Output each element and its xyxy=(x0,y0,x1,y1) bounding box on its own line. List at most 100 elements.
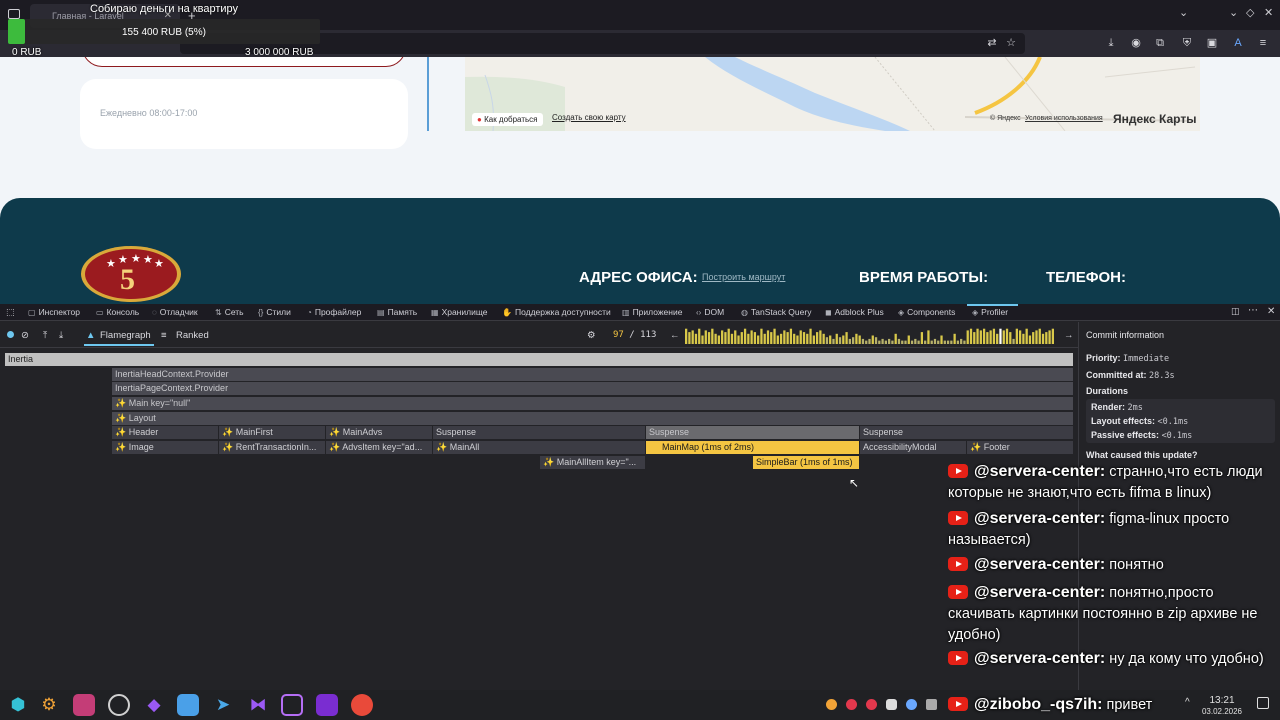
flame-node-mainfirst[interactable]: ✨ MainFirst xyxy=(219,426,326,439)
show-desktop-icon[interactable] xyxy=(1257,697,1269,709)
commit-bar[interactable] xyxy=(1048,330,1051,344)
commit-bar[interactable] xyxy=(825,337,829,344)
discord-app-icon[interactable] xyxy=(177,694,199,716)
commit-bar[interactable] xyxy=(855,333,858,344)
devtools-tab-components[interactable]: ◈ Components xyxy=(898,307,955,317)
devtools-tab-profiler[interactable]: ◈ Profiler xyxy=(972,307,1008,317)
commit-bar[interactable] xyxy=(688,332,691,344)
clock-time[interactable]: 13:21 xyxy=(1197,695,1247,706)
flame-node-suspense[interactable]: Suspense xyxy=(646,426,860,439)
commit-bar[interactable] xyxy=(1045,332,1048,344)
obs-app-icon[interactable] xyxy=(108,694,130,716)
commit-bar[interactable] xyxy=(1028,335,1032,345)
commit-bar[interactable] xyxy=(969,328,973,344)
devtools-tab-приложение[interactable]: ▥ Приложение xyxy=(622,307,682,317)
flame-node-advsitem[interactable]: ✨ AdvsItem key="ad... xyxy=(326,441,433,454)
commit-bar[interactable] xyxy=(701,335,704,345)
flame-node-suspense[interactable]: Suspense xyxy=(433,426,646,439)
commit-bar[interactable] xyxy=(770,332,773,344)
translate-icon[interactable]: ⇄ xyxy=(985,36,999,50)
commit-bar[interactable] xyxy=(874,337,878,344)
commit-bar[interactable] xyxy=(730,333,734,344)
flame-node-layout[interactable]: ✨ Layout xyxy=(112,412,1074,425)
commit-bar[interactable] xyxy=(861,338,865,344)
element-picker-icon[interactable]: ⬚ xyxy=(6,307,15,318)
flame-node-mainall[interactable]: ✨ MainAll xyxy=(433,441,646,454)
commit-bar[interactable] xyxy=(960,338,963,344)
devtools-tab-стили[interactable]: {} Стили xyxy=(258,307,291,317)
record-tray-icon[interactable] xyxy=(846,699,857,710)
commit-bar[interactable] xyxy=(979,330,982,344)
discord-tray-icon[interactable] xyxy=(886,699,897,710)
commit-bar[interactable] xyxy=(1035,330,1038,344)
devtools-tab-сеть[interactable]: ⇅ Сеть xyxy=(215,307,244,317)
commit-bar[interactable] xyxy=(917,340,920,344)
tray-expand-icon[interactable]: ^ xyxy=(1185,697,1190,708)
commit-bar[interactable] xyxy=(740,332,743,344)
devtools-tab-профайлер[interactable]: ◔ Профайлер xyxy=(307,307,361,317)
commit-bar[interactable] xyxy=(694,333,698,344)
devtools-tab-adblock-plus[interactable]: ◼ Adblock Plus xyxy=(825,307,884,317)
flame-node-header[interactable]: ✨ Header xyxy=(112,426,219,439)
commit-bar[interactable] xyxy=(851,337,855,344)
commit-bar[interactable] xyxy=(1015,328,1018,344)
commit-bar[interactable] xyxy=(809,328,812,344)
flame-node-mainmap[interactable]: MainMap (1ms of 2ms) xyxy=(646,441,860,454)
flame-node-simplebar[interactable]: SimpleBar (1ms of 1ms) xyxy=(753,456,860,469)
commit-bar[interactable] xyxy=(793,333,796,344)
tab-list-icon[interactable] xyxy=(8,9,20,19)
commit-bar[interactable] xyxy=(717,335,721,345)
extensions-icon[interactable]: ⧉ xyxy=(1153,36,1167,50)
commit-bar[interactable] xyxy=(757,335,760,345)
commit-bar[interactable] xyxy=(940,335,943,345)
commit-bar[interactable] xyxy=(1038,328,1041,344)
commit-bar[interactable] xyxy=(842,335,845,345)
commit-bar[interactable] xyxy=(897,338,901,344)
commit-bar[interactable] xyxy=(796,335,799,345)
notification-icon[interactable] xyxy=(826,699,837,710)
status-tray-icon[interactable] xyxy=(866,699,877,710)
commit-bar[interactable] xyxy=(924,340,927,344)
dock-icon[interactable]: ◫ xyxy=(1231,306,1240,317)
clear-icon[interactable]: ⊘ xyxy=(21,330,29,341)
commit-bar[interactable] xyxy=(881,338,884,344)
devtools-tab-dom[interactable]: ‹› DOM xyxy=(696,307,724,317)
maximize-icon[interactable]: ◇ xyxy=(1246,6,1254,19)
devtools-tab-поддержка-доступности[interactable]: ✋ Поддержка доступности xyxy=(502,307,611,317)
commit-bar[interactable] xyxy=(721,330,724,344)
downloads-icon[interactable]: ⤓ xyxy=(1104,36,1118,50)
commit-bar[interactable] xyxy=(707,332,711,344)
commit-bar[interactable] xyxy=(704,330,707,344)
commit-bar[interactable] xyxy=(812,335,815,345)
commit-bar[interactable] xyxy=(878,340,881,344)
devtools-tab-отладчик[interactable]: ◌ Отладчик xyxy=(152,307,198,317)
flame-node-image[interactable]: ✨ Image xyxy=(112,441,219,454)
commit-bar[interactable] xyxy=(996,333,999,344)
flame-node-inertia[interactable]: Inertia xyxy=(5,353,1074,366)
commit-bar-chart[interactable] xyxy=(685,327,1055,344)
more-options-icon[interactable]: ⋯ xyxy=(1248,305,1258,316)
commit-bar[interactable] xyxy=(760,328,763,344)
commit-bar[interactable] xyxy=(891,340,894,344)
commit-bar[interactable] xyxy=(992,328,996,344)
flame-node-main[interactable]: ✨ Main key="null" xyxy=(112,397,1074,410)
flame-node-head-provider[interactable]: InertiaHeadContext.Provider xyxy=(112,368,1074,381)
next-commit-arrow[interactable]: → xyxy=(1064,330,1074,341)
commit-bar[interactable] xyxy=(973,332,976,344)
commit-bar[interactable] xyxy=(753,332,757,344)
flame-node-rent-transaction[interactable]: ✨ RentTransactionIn... xyxy=(219,441,326,454)
save-profile-icon[interactable]: ⤓ xyxy=(59,330,63,341)
commit-bar[interactable] xyxy=(1051,328,1054,344)
commit-bar[interactable] xyxy=(698,328,701,344)
commit-bar[interactable] xyxy=(819,330,822,344)
commit-bar[interactable] xyxy=(1032,332,1035,344)
commit-bar[interactable] xyxy=(829,335,832,345)
bookmark-star-icon[interactable]: ☆ xyxy=(1004,36,1018,50)
devtools-tab-хранилище[interactable]: ▦ Хранилище xyxy=(431,307,487,317)
commit-bar[interactable] xyxy=(953,333,956,344)
account-icon[interactable]: ◉ xyxy=(1129,36,1143,50)
commit-bar[interactable] xyxy=(1002,330,1005,344)
commit-bar[interactable] xyxy=(858,335,861,345)
commit-bar[interactable] xyxy=(773,328,776,344)
commit-bar[interactable] xyxy=(894,333,897,344)
